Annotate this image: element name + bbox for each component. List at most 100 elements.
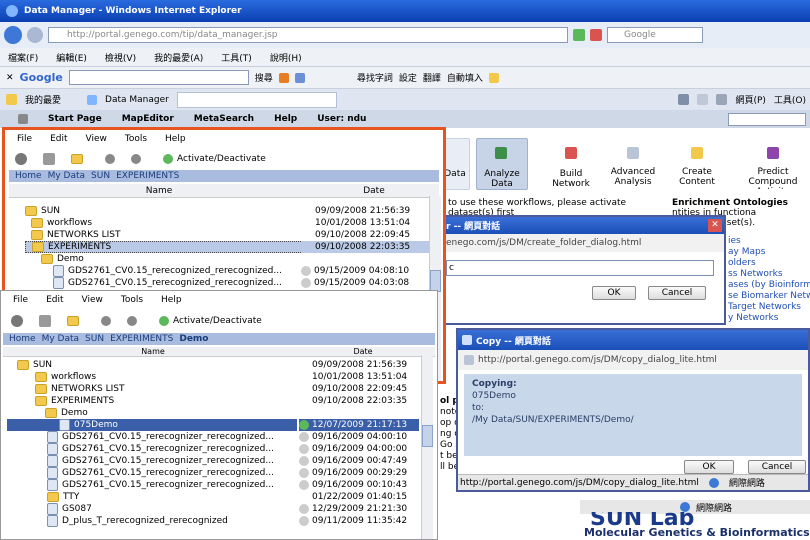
tree-row-selected[interactable]: 075Demo xyxy=(7,419,297,431)
advanced-analysis-button[interactable]: Advanced Analysis xyxy=(606,138,660,190)
share-folder-icon[interactable] xyxy=(43,153,55,165)
share-folder-icon[interactable] xyxy=(39,315,51,327)
panel1-menu-tools[interactable]: Tools xyxy=(125,134,147,144)
search-input[interactable]: Google xyxy=(607,27,703,43)
tree-row[interactable]: Demo xyxy=(7,407,297,419)
crumb-my-data[interactable]: My Data xyxy=(42,334,79,344)
analyze-data-button[interactable]: Analyze Data xyxy=(476,138,528,190)
folder-name-input[interactable]: c xyxy=(446,260,714,276)
ontology-link[interactable]: y Networks xyxy=(728,313,810,324)
feeds-icon[interactable] xyxy=(697,94,709,105)
users-icon[interactable] xyxy=(15,153,27,165)
tree-row[interactable]: GDS2761_CV0.15_rerecognizer_rerecognized… xyxy=(7,443,297,455)
favorites-star-icon[interactable] xyxy=(6,94,17,105)
tools-menu[interactable]: 工具(O) xyxy=(774,93,806,106)
tree-row[interactable]: GS087 xyxy=(7,503,297,515)
favorites-label[interactable]: 我的最愛 xyxy=(25,93,61,106)
activate-icon[interactable] xyxy=(163,154,173,164)
pencil-icon[interactable] xyxy=(488,72,499,83)
tree-row-selected[interactable]: EXPERIMENTS xyxy=(25,241,305,253)
predict-compound-button[interactable]: Predict Compound Activity (MetaDrug) xyxy=(736,138,810,190)
panel2-col-name[interactable]: Name xyxy=(3,347,303,356)
folder-icon[interactable] xyxy=(71,154,83,164)
home-icon[interactable] xyxy=(678,94,690,105)
menu-favorites[interactable]: 我的最愛(A) xyxy=(154,51,203,64)
folder-icon[interactable] xyxy=(67,316,79,326)
nav-start-page[interactable]: Start Page xyxy=(48,114,102,124)
build-network-button[interactable]: Build Network xyxy=(542,138,600,190)
nav-mapeditor[interactable]: MapEditor xyxy=(122,114,174,124)
ontology-link[interactable]: se Biomarker Netw xyxy=(728,291,810,302)
panel1-menu-file[interactable]: File xyxy=(17,134,32,144)
panel2-menu-help[interactable]: Help xyxy=(161,295,182,305)
tree-row[interactable]: EXPERIMENTS xyxy=(7,395,297,407)
portal-search-input[interactable] xyxy=(728,112,806,126)
nav-help[interactable]: Help xyxy=(274,114,297,124)
menu-file[interactable]: 檔案(F) xyxy=(8,51,38,64)
ontology-link[interactable]: olders xyxy=(728,258,810,269)
panel1-col-date[interactable]: Date xyxy=(309,186,439,196)
ontology-link[interactable]: Target Networks xyxy=(728,302,810,313)
panel1-menu-help[interactable]: Help xyxy=(165,134,186,144)
menu-view[interactable]: 檢視(V) xyxy=(105,51,136,64)
ontology-link[interactable]: ay Maps xyxy=(728,247,810,258)
panel1-col-name[interactable]: Name xyxy=(9,186,309,196)
forward-icon[interactable] xyxy=(27,27,43,43)
create-cancel-button[interactable]: Cancel xyxy=(648,286,706,300)
panel2-scroll-thumb[interactable] xyxy=(422,425,433,447)
close-toolbar-icon[interactable]: ✕ xyxy=(6,73,14,83)
ontology-link[interactable]: ies xyxy=(728,236,810,247)
panel1-activate[interactable]: Activate/Deactivate xyxy=(177,154,266,164)
panel2-menu-file[interactable]: File xyxy=(13,295,28,305)
google-search-input[interactable] xyxy=(68,70,249,85)
tree-row[interactable]: workflows xyxy=(7,371,297,383)
menu-help[interactable]: 說明(H) xyxy=(270,51,302,64)
address-input[interactable]: http://portal.genego.com/tip/data_manage… xyxy=(48,27,568,43)
crumb-home[interactable]: Home xyxy=(9,334,36,344)
copy-ok-button[interactable]: OK xyxy=(684,460,734,474)
crumb-sun[interactable]: SUN xyxy=(85,334,104,344)
ontology-link[interactable]: ases (by Bioinforma xyxy=(728,280,810,291)
tree-row[interactable]: Demo xyxy=(25,253,305,265)
translate-button[interactable]: 翻譯 xyxy=(423,71,441,84)
find-words-button[interactable]: 尋找字詞 xyxy=(357,71,393,84)
tab-data-manager[interactable]: Data Manager xyxy=(105,95,169,105)
panel1-menu-view[interactable]: View xyxy=(86,134,107,144)
crumb-home[interactable]: Home xyxy=(15,171,42,181)
print-icon[interactable] xyxy=(716,94,728,105)
panel2-scrollbar[interactable] xyxy=(421,355,433,539)
panel2-menu-edit[interactable]: Edit xyxy=(46,295,63,305)
tree-row[interactable]: NETWORKS LIST xyxy=(7,383,297,395)
activate-icon[interactable] xyxy=(159,316,169,326)
crumb-demo[interactable]: Demo xyxy=(179,334,208,344)
tree-row[interactable]: NETWORKS LIST xyxy=(25,229,305,241)
close-dialog-icon[interactable]: ✕ xyxy=(708,219,722,232)
crumb-sun[interactable]: SUN xyxy=(91,171,110,181)
tree-row[interactable]: D_plus_T_rerecognized_rerecognized xyxy=(7,515,297,527)
settings-icon[interactable] xyxy=(105,154,115,164)
ontology-link[interactable]: ss Networks xyxy=(728,269,810,280)
back-icon[interactable] xyxy=(4,26,22,44)
crumb-experiments[interactable]: EXPERIMENTS xyxy=(110,334,173,344)
panel2-menu-view[interactable]: View xyxy=(82,295,103,305)
tree-row[interactable]: SUN xyxy=(7,359,297,371)
stop-icon[interactable] xyxy=(590,29,602,41)
crumb-my-data[interactable]: My Data xyxy=(48,171,85,181)
panel2-activate[interactable]: Activate/Deactivate xyxy=(173,316,262,326)
menu-edit[interactable]: 編輯(E) xyxy=(56,51,87,64)
copy-cancel-button[interactable]: Cancel xyxy=(748,460,806,474)
users-icon[interactable] xyxy=(11,315,23,327)
refresh-icon[interactable] xyxy=(573,29,585,41)
plus-icon[interactable] xyxy=(294,72,305,83)
page-menu[interactable]: 網頁(P) xyxy=(735,93,765,106)
google-search-button[interactable]: 搜尋 xyxy=(255,71,273,84)
tree-row[interactable]: GDS2761_CV0.15_rerecognizer_rerecognized… xyxy=(7,431,297,443)
nav-metasearch[interactable]: MetaSearch xyxy=(194,114,254,124)
tree-row[interactable]: GDS2761_CV0.15_rerecognizer_rerecognized… xyxy=(7,455,297,467)
create-ok-button[interactable]: OK xyxy=(592,286,636,300)
tree-row[interactable]: GDS2761_CV0.15_rerecognizer_rerecognized… xyxy=(7,479,297,491)
settings-button[interactable]: 設定 xyxy=(399,71,417,84)
crumb-experiments[interactable]: EXPERIMENTS xyxy=(116,171,179,181)
filter-icon[interactable] xyxy=(131,154,141,164)
share-icon[interactable] xyxy=(278,72,289,83)
